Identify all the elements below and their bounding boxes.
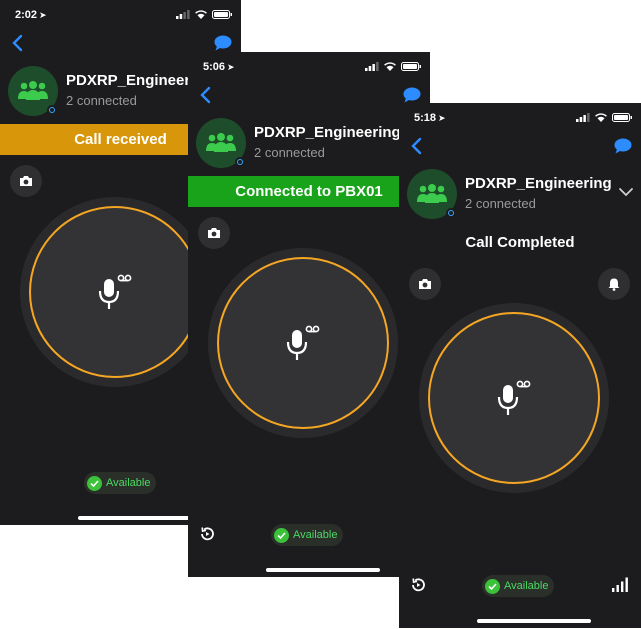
- camera-button[interactable]: [10, 165, 42, 197]
- bell-icon: [608, 278, 620, 291]
- microphone-voicemail-icon: [98, 274, 132, 309]
- group-icon: [206, 133, 236, 152]
- location-arrow-icon: ➤: [39, 10, 47, 20]
- battery-icon: [212, 9, 232, 19]
- push-to-talk-outer[interactable]: [419, 303, 609, 493]
- channel-connected-count: 2 connected: [66, 93, 137, 108]
- location-arrow-icon: ➤: [227, 62, 235, 72]
- status-time: 5:06 ➤: [203, 61, 235, 73]
- microphone-voicemail-icon: [286, 325, 320, 360]
- availability-status[interactable]: Available: [482, 575, 555, 597]
- channel-avatar: [407, 169, 457, 219]
- online-badge: [446, 208, 456, 218]
- group-icon: [18, 81, 48, 100]
- signal-bars-icon[interactable]: [612, 577, 630, 592]
- push-to-talk-outer[interactable]: [208, 248, 398, 438]
- phone-screen-connected: 5:06 ➤ PDXRP_Engineering 2 connected Conn…: [188, 52, 430, 577]
- channel-connected-count: 2 connected: [465, 196, 536, 211]
- availability-label: Available: [293, 529, 338, 541]
- status-icons: [176, 9, 232, 19]
- cellular-icon: [365, 61, 379, 71]
- availability-label: Available: [106, 477, 151, 489]
- push-to-talk-outer[interactable]: [20, 197, 210, 387]
- chat-bubble-icon[interactable]: [214, 35, 232, 51]
- back-chevron-icon[interactable]: [410, 137, 422, 155]
- status-time: 2:02 ➤: [15, 9, 47, 21]
- history-replay-icon[interactable]: [410, 577, 426, 593]
- check-icon: [87, 475, 102, 491]
- cellular-icon: [176, 9, 190, 19]
- channel-avatar: [196, 118, 246, 168]
- status-time: 5:18 ➤: [414, 112, 446, 124]
- camera-icon: [208, 228, 220, 238]
- group-icon: [417, 184, 447, 203]
- channel-name: PDXRP_Engineering: [254, 124, 401, 141]
- push-to-talk-button[interactable]: [29, 206, 201, 378]
- camera-icon: [20, 176, 32, 186]
- home-indicator[interactable]: [477, 619, 591, 623]
- phone-screen-call-completed: 5:18 ➤ PDXRP_Engineering 2 connected Call…: [399, 103, 641, 628]
- push-to-talk-button[interactable]: [217, 257, 389, 429]
- camera-icon: [419, 279, 431, 289]
- push-to-talk-button[interactable]: [428, 312, 600, 484]
- back-chevron-icon[interactable]: [11, 34, 23, 52]
- channel-connected-count: 2 connected: [254, 145, 325, 160]
- availability-status[interactable]: Available: [271, 524, 344, 546]
- online-badge: [235, 157, 245, 167]
- home-indicator[interactable]: [266, 568, 380, 572]
- online-badge: [47, 105, 57, 115]
- cellular-icon: [576, 112, 590, 122]
- camera-button[interactable]: [409, 268, 441, 300]
- battery-icon: [401, 61, 421, 71]
- chevron-down-icon[interactable]: [618, 187, 634, 197]
- channel-name: PDXRP_Engineering: [465, 175, 612, 192]
- status-icons: [576, 112, 632, 122]
- wifi-icon: [195, 9, 207, 19]
- wifi-icon: [384, 61, 396, 71]
- location-arrow-icon: ➤: [438, 113, 446, 123]
- camera-button[interactable]: [198, 217, 230, 249]
- call-status-banner: Call Completed: [465, 234, 575, 251]
- history-replay-icon[interactable]: [199, 526, 215, 542]
- alert-bell-button[interactable]: [598, 268, 630, 300]
- back-chevron-icon[interactable]: [199, 86, 211, 104]
- wifi-icon: [595, 112, 607, 122]
- chat-bubble-icon[interactable]: [614, 138, 632, 154]
- battery-icon: [612, 112, 632, 122]
- check-icon: [485, 578, 500, 594]
- availability-label: Available: [504, 580, 549, 592]
- availability-status[interactable]: Available: [84, 472, 157, 494]
- call-status-banner: Connected to PBX01: [188, 176, 430, 207]
- status-icons: [365, 61, 421, 71]
- microphone-voicemail-icon: [497, 380, 531, 415]
- chat-bubble-icon[interactable]: [403, 87, 421, 103]
- channel-avatar: [8, 66, 58, 116]
- check-icon: [274, 527, 289, 543]
- home-indicator[interactable]: [78, 516, 192, 520]
